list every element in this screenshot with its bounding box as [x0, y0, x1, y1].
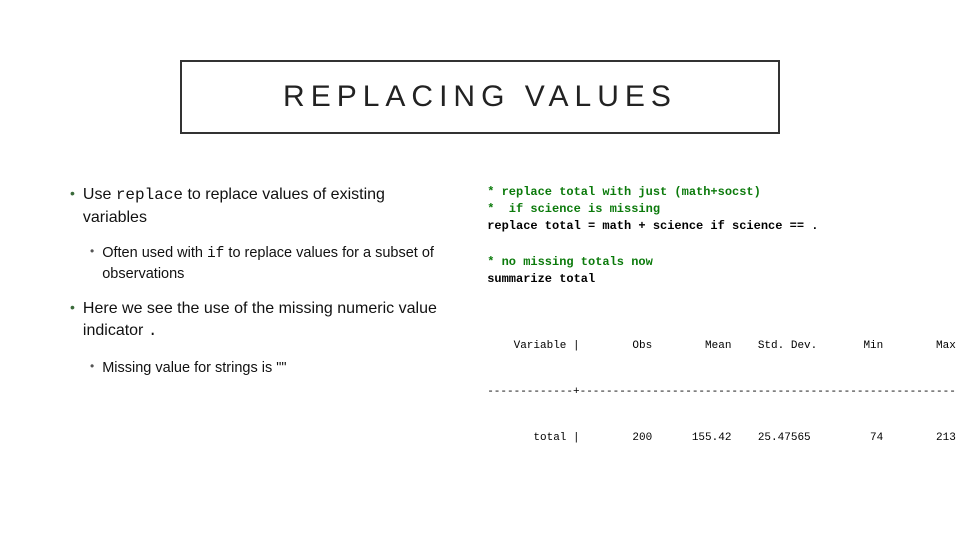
table-header: Variable | Obs Mean Std. Dev. Min Max [487, 339, 956, 354]
left-column: • Use replace to replace values of exist… [70, 184, 447, 477]
bullet-2: • Here we see the use of the missing num… [70, 298, 447, 342]
code-line: summarize total [487, 271, 956, 288]
bullet-icon: • [90, 359, 94, 379]
table-separator: -------------+--------------------------… [487, 385, 956, 400]
bullet-text: Often used with if to replace values for… [102, 244, 447, 284]
text-part: Often used with [102, 245, 207, 261]
bullet-2-sub: • Missing value for strings is "" [90, 359, 447, 379]
table-row: total | 200 155.42 25.47565 74 213 [487, 431, 956, 446]
slide: REPLACING VALUES • Use replace to replac… [0, 0, 960, 540]
output-table: Variable | Obs Mean Std. Dev. Min Max --… [487, 308, 956, 477]
right-column: * replace total with just (math+socst) *… [487, 184, 956, 477]
page-title: REPLACING VALUES [222, 80, 738, 114]
text-part: Use [83, 186, 116, 203]
text-part: Here we see the use of the missing numer… [83, 300, 437, 339]
bullet-icon: • [90, 244, 94, 284]
bullet-1: • Use replace to replace values of exist… [70, 184, 447, 228]
code-comment: * no missing totals now [487, 254, 956, 271]
bullet-icon: • [70, 298, 75, 342]
code-block-2: * no missing totals now summarize total [487, 254, 956, 288]
code-comment: * replace total with just (math+socst) [487, 184, 956, 201]
bullet-1-sub: • Often used with if to replace values f… [90, 244, 447, 284]
bullet-text: Here we see the use of the missing numer… [83, 298, 447, 342]
code-comment: * if science is missing [487, 201, 956, 218]
code-inline: replace [116, 186, 183, 204]
bullet-text: Missing value for strings is "" [102, 359, 286, 379]
content-columns: • Use replace to replace values of exist… [70, 184, 890, 477]
bullet-text: Use replace to replace values of existin… [83, 184, 447, 228]
code-line: replace total = math + science if scienc… [487, 218, 956, 235]
bullet-icon: • [70, 184, 75, 228]
code-block-1: * replace total with just (math+socst) *… [487, 184, 956, 234]
title-box: REPLACING VALUES [180, 60, 780, 134]
code-inline: if [207, 246, 224, 262]
code-inline: . [148, 322, 158, 340]
